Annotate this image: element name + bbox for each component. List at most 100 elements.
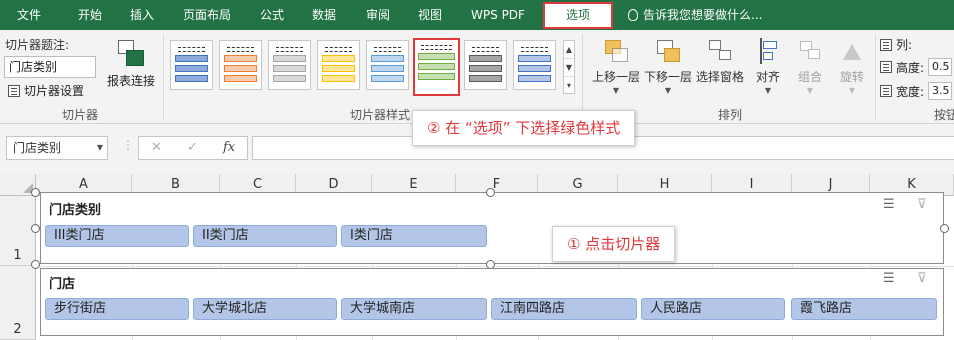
bring-forward-button[interactable]: 上移一层 ▼: [590, 38, 642, 95]
clear-filter-icon[interactable]: ⊽: [917, 197, 927, 212]
slicer-settings-label: 切片器设置: [24, 84, 85, 98]
style-preview-bar: [273, 55, 306, 62]
group-button[interactable]: 组合 ▼: [792, 38, 828, 95]
menu-bar: 文件 开始 插入 页面布局 公式 数据 审阅 视图 WPS PDF 选项 告诉我…: [0, 0, 954, 30]
gridline: [36, 266, 954, 267]
send-backward-button[interactable]: 下移一层 ▼: [642, 38, 694, 95]
style-preview-line: [521, 47, 548, 48]
menu-view[interactable]: 视图: [408, 0, 452, 30]
row-header-1[interactable]: 1: [0, 196, 36, 266]
gallery-up-icon[interactable]: ▲: [564, 41, 574, 59]
slicer-style-dark[interactable]: [464, 40, 507, 90]
align-icon: [755, 38, 781, 64]
style-preview-bar: [322, 65, 355, 72]
clear-filter-icon[interactable]: ⊽: [917, 271, 927, 286]
style-preview-line: [325, 51, 352, 52]
slicer-store[interactable]: 门店 ☰ ⊽ 步行街店 大学城北店 大学城南店 江南四路店 人民路店 霞飞路店: [40, 268, 944, 336]
row-header-2[interactable]: 2: [0, 266, 36, 340]
style-preview-line: [374, 51, 401, 52]
slicer-item[interactable]: 江南四路店: [491, 298, 637, 320]
menu-data[interactable]: 数据: [302, 0, 346, 30]
enter-icon[interactable]: ✓: [187, 140, 198, 155]
width-input[interactable]: 3.5: [928, 82, 953, 100]
slicer-caption-input[interactable]: 门店类别: [4, 56, 96, 78]
chevron-down-icon: ▼: [612, 86, 620, 95]
menu-home[interactable]: 开始: [68, 0, 112, 30]
chevron-down-icon[interactable]: ▼: [97, 140, 103, 156]
menu-options[interactable]: 选项: [543, 2, 613, 29]
resize-handle[interactable]: [31, 188, 40, 197]
tell-me-search[interactable]: 告诉我您想要做什么...: [628, 0, 762, 30]
rotate-button[interactable]: 旋转 ▼: [834, 38, 870, 95]
style-preview-line: [421, 45, 452, 46]
align-button[interactable]: 对齐 ▼: [750, 38, 786, 95]
style-preview-bar: [518, 65, 551, 72]
style-preview-bar: [371, 65, 404, 72]
gallery-scrollbar[interactable]: ▲ ▼ ▾: [563, 40, 575, 94]
bring-forward-icon: [603, 38, 629, 64]
chevron-down-icon: ▼: [806, 86, 814, 95]
multi-select-icon[interactable]: ☰: [883, 271, 895, 286]
menu-file[interactable]: 文件: [0, 0, 58, 30]
arrange-group-label: 排列: [717, 108, 742, 122]
slicer-style-blue-dark[interactable]: [170, 40, 213, 90]
menu-insert[interactable]: 插入: [122, 0, 162, 30]
style-preview-bar: [273, 65, 306, 72]
slicer-style-gray[interactable]: [268, 40, 311, 90]
settings-list-icon: [8, 84, 20, 97]
selection-pane-label: 选择窗格: [695, 70, 744, 84]
slicer-item[interactable]: I类门店: [341, 225, 487, 247]
menu-page-layout[interactable]: 页面布局: [172, 0, 242, 30]
style-preview-line: [178, 47, 205, 48]
multi-select-icon[interactable]: ☰: [883, 197, 895, 212]
slicer-style-gold[interactable]: [317, 40, 360, 90]
gallery-down-icon[interactable]: ▼: [564, 59, 574, 77]
insert-function-icon[interactable]: fx: [223, 140, 235, 155]
buttons-group-label: 按钮: [934, 108, 954, 122]
slicer-style-orange[interactable]: [219, 40, 262, 90]
style-preview-bar: [175, 55, 208, 62]
height-input[interactable]: 0.5: [928, 58, 953, 76]
slicer-style-navy[interactable]: [513, 40, 556, 90]
menu-formulas[interactable]: 公式: [250, 0, 294, 30]
slicer-store-category[interactable]: 门店类别 ☰ ⊽ III类门店 II类门店 I类门店: [40, 192, 944, 264]
style-preview-bar: [224, 75, 257, 82]
report-connections-button[interactable]: 报表连接: [103, 38, 159, 98]
slicer-caption-label: 切片器题注:: [5, 38, 70, 52]
formula-buttons: ✕ ✓ fx: [138, 136, 248, 160]
style-preview-bar: [371, 55, 404, 62]
slicer-settings-button[interactable]: 切片器设置: [8, 82, 84, 99]
cancel-icon[interactable]: ✕: [151, 140, 162, 155]
slicer-item[interactable]: 霞飞路店: [791, 298, 937, 320]
resize-handle[interactable]: [486, 188, 495, 197]
name-box[interactable]: 门店类别 ▼: [6, 136, 108, 160]
slicer-style-blue[interactable]: [366, 40, 409, 90]
style-preview-bar: [418, 73, 455, 80]
selection-pane-icon: [707, 38, 733, 64]
columns-row: 列:: [880, 36, 912, 53]
resize-handle[interactable]: [940, 224, 949, 233]
columns-icon: [880, 38, 892, 51]
style-preview-bar: [469, 65, 502, 72]
slicer-item[interactable]: 大学城北店: [193, 298, 337, 320]
menu-wps-pdf[interactable]: WPS PDF: [462, 0, 534, 30]
slicer-item[interactable]: 大学城南店: [341, 298, 487, 320]
slicer-item[interactable]: 人民路店: [641, 298, 785, 320]
drag-handle-icon[interactable]: ⋮: [122, 138, 134, 152]
annotation-step-2: ② 在 “选项” 下选择绿色样式: [412, 110, 636, 146]
slicer-item[interactable]: 步行街店: [45, 298, 189, 320]
style-preview-line: [421, 49, 452, 50]
menu-review[interactable]: 审阅: [356, 0, 400, 30]
slicer-item[interactable]: II类门店: [193, 225, 337, 247]
slicer-style-green[interactable]: [413, 38, 460, 96]
gallery-more-icon[interactable]: ▾: [564, 77, 574, 95]
height-label: 高度:: [896, 60, 925, 75]
selection-pane-button[interactable]: 选择窗格: [694, 38, 746, 85]
resize-handle[interactable]: [31, 224, 40, 233]
columns-label: 列:: [896, 38, 913, 52]
style-preview-line: [374, 47, 401, 48]
resize-handle[interactable]: [31, 260, 40, 269]
style-preview-bar: [518, 55, 551, 62]
group-divider: [582, 34, 583, 120]
slicer-item[interactable]: III类门店: [45, 225, 189, 247]
